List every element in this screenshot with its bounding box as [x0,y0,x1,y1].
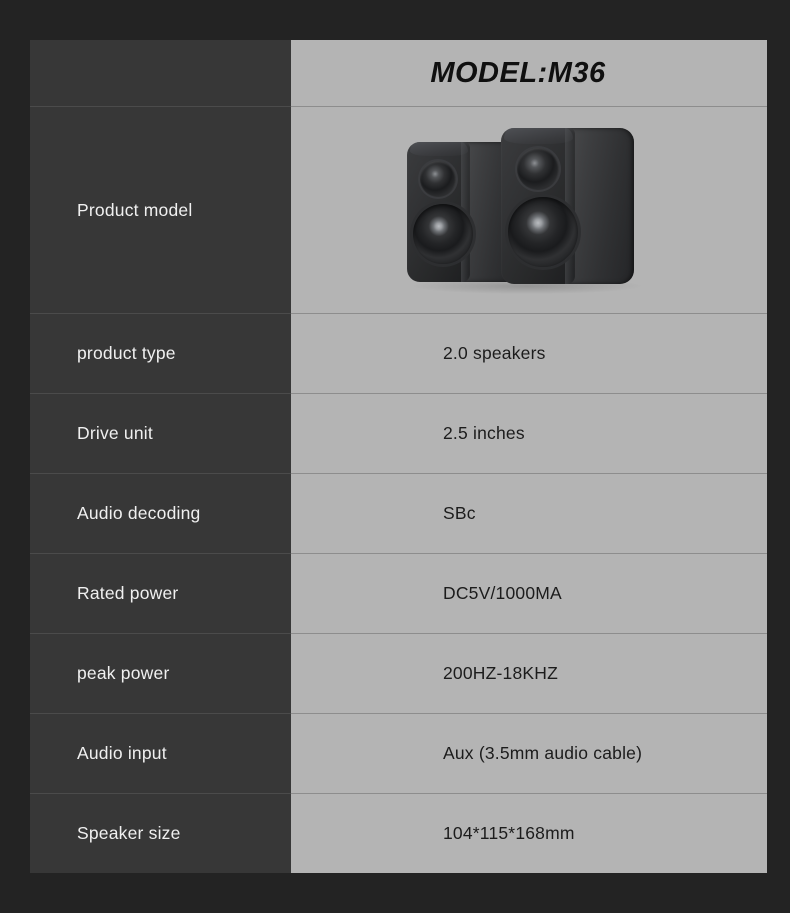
spec-label-audio-decoding: Audio decoding [30,473,291,553]
page-title: MODEL:M36 [430,56,606,89]
header-label-cell [30,40,291,106]
header-title-cell: MODEL:M36 [291,40,767,106]
product-spec-sheet: MODEL:M36 Product model product type 2.0… [0,0,790,913]
specification-table: MODEL:M36 Product model product type 2.0… [30,40,767,893]
spec-value-speaker-size: 104*115*168mm [291,793,767,873]
spec-label-product-type: product type [30,313,291,393]
spec-label-audio-input: Audio input [30,713,291,793]
spec-value-product-model [291,106,767,313]
table-row: Rated power DC5V/1000MA [30,553,767,633]
spec-label-rated-power: Rated power [30,553,291,633]
spec-value-product-type: 2.0 speakers [291,313,767,393]
speaker-top-edge [503,128,574,145]
spec-label-peak-power: peak power [30,633,291,713]
table-row: Audio input Aux (3.5mm audio cable) [30,713,767,793]
tweeter-driver [420,161,456,197]
spec-label-drive-unit: Drive unit [30,393,291,473]
speaker-top-edge [409,142,469,157]
spec-value-peak-power: 200HZ-18KHZ [291,633,767,713]
speaker-product-image [399,120,659,300]
spec-value-audio-decoding: SBc [291,473,767,553]
spec-value-rated-power: DC5V/1000MA [291,553,767,633]
woofer-driver [413,204,473,264]
table-row: Product model [30,106,767,313]
spec-value-audio-input: Aux (3.5mm audio cable) [291,713,767,793]
spec-label-product-model: Product model [30,106,291,313]
table-row: Speaker size 104*115*168mm [30,793,767,873]
table-row: product type 2.0 speakers [30,313,767,393]
table-row: Audio decoding SBc [30,473,767,553]
table-row: peak power 200HZ-18KHZ [30,633,767,713]
spec-label-speaker-size: Speaker size [30,793,291,873]
spec-value-drive-unit: 2.5 inches [291,393,767,473]
woofer-driver [508,197,578,267]
speaker-side-panel [565,128,634,284]
speaker-unit-front [501,128,634,284]
table-row: Drive unit 2.5 inches [30,393,767,473]
table-header-row: MODEL:M36 [30,40,767,106]
tweeter-driver [517,148,559,190]
